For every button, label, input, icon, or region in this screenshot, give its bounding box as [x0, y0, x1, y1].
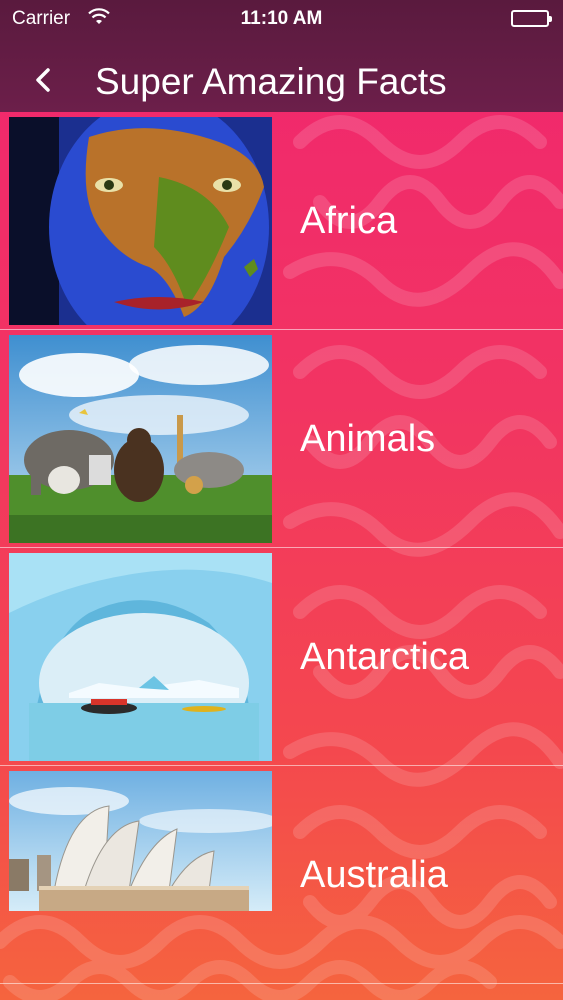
chevron-left-icon	[36, 68, 50, 92]
status-time: 11:10 AM	[240, 8, 323, 29]
category-list: Africa Animals Antarctica Australia	[0, 112, 563, 984]
list-item-label: Africa	[300, 200, 398, 242]
status-bar: Carrier 11:10 AM	[0, 0, 563, 38]
list-item-label: Antarctica	[300, 636, 469, 678]
list-item-antarctica[interactable]: Antarctica	[0, 548, 563, 766]
list-item-australia[interactable]: Australia	[0, 766, 563, 984]
page-title: Super Amazing Facts	[95, 61, 447, 102]
list-item-label: Australia	[300, 854, 448, 896]
battery-icon	[511, 10, 552, 27]
list-item-animals[interactable]: Animals	[0, 330, 563, 548]
list-item-africa[interactable]: Africa	[0, 112, 563, 330]
africa-face-paint-image	[9, 117, 272, 325]
list-item-label: Animals	[300, 418, 436, 460]
back-button[interactable]	[26, 60, 60, 100]
nav-header: Carrier 11:10 AM Super Amazing Facts	[0, 0, 563, 112]
antarctica-ice-arch-image	[9, 553, 272, 761]
sydney-opera-house-image	[9, 771, 272, 911]
animals-group-image	[9, 335, 272, 543]
